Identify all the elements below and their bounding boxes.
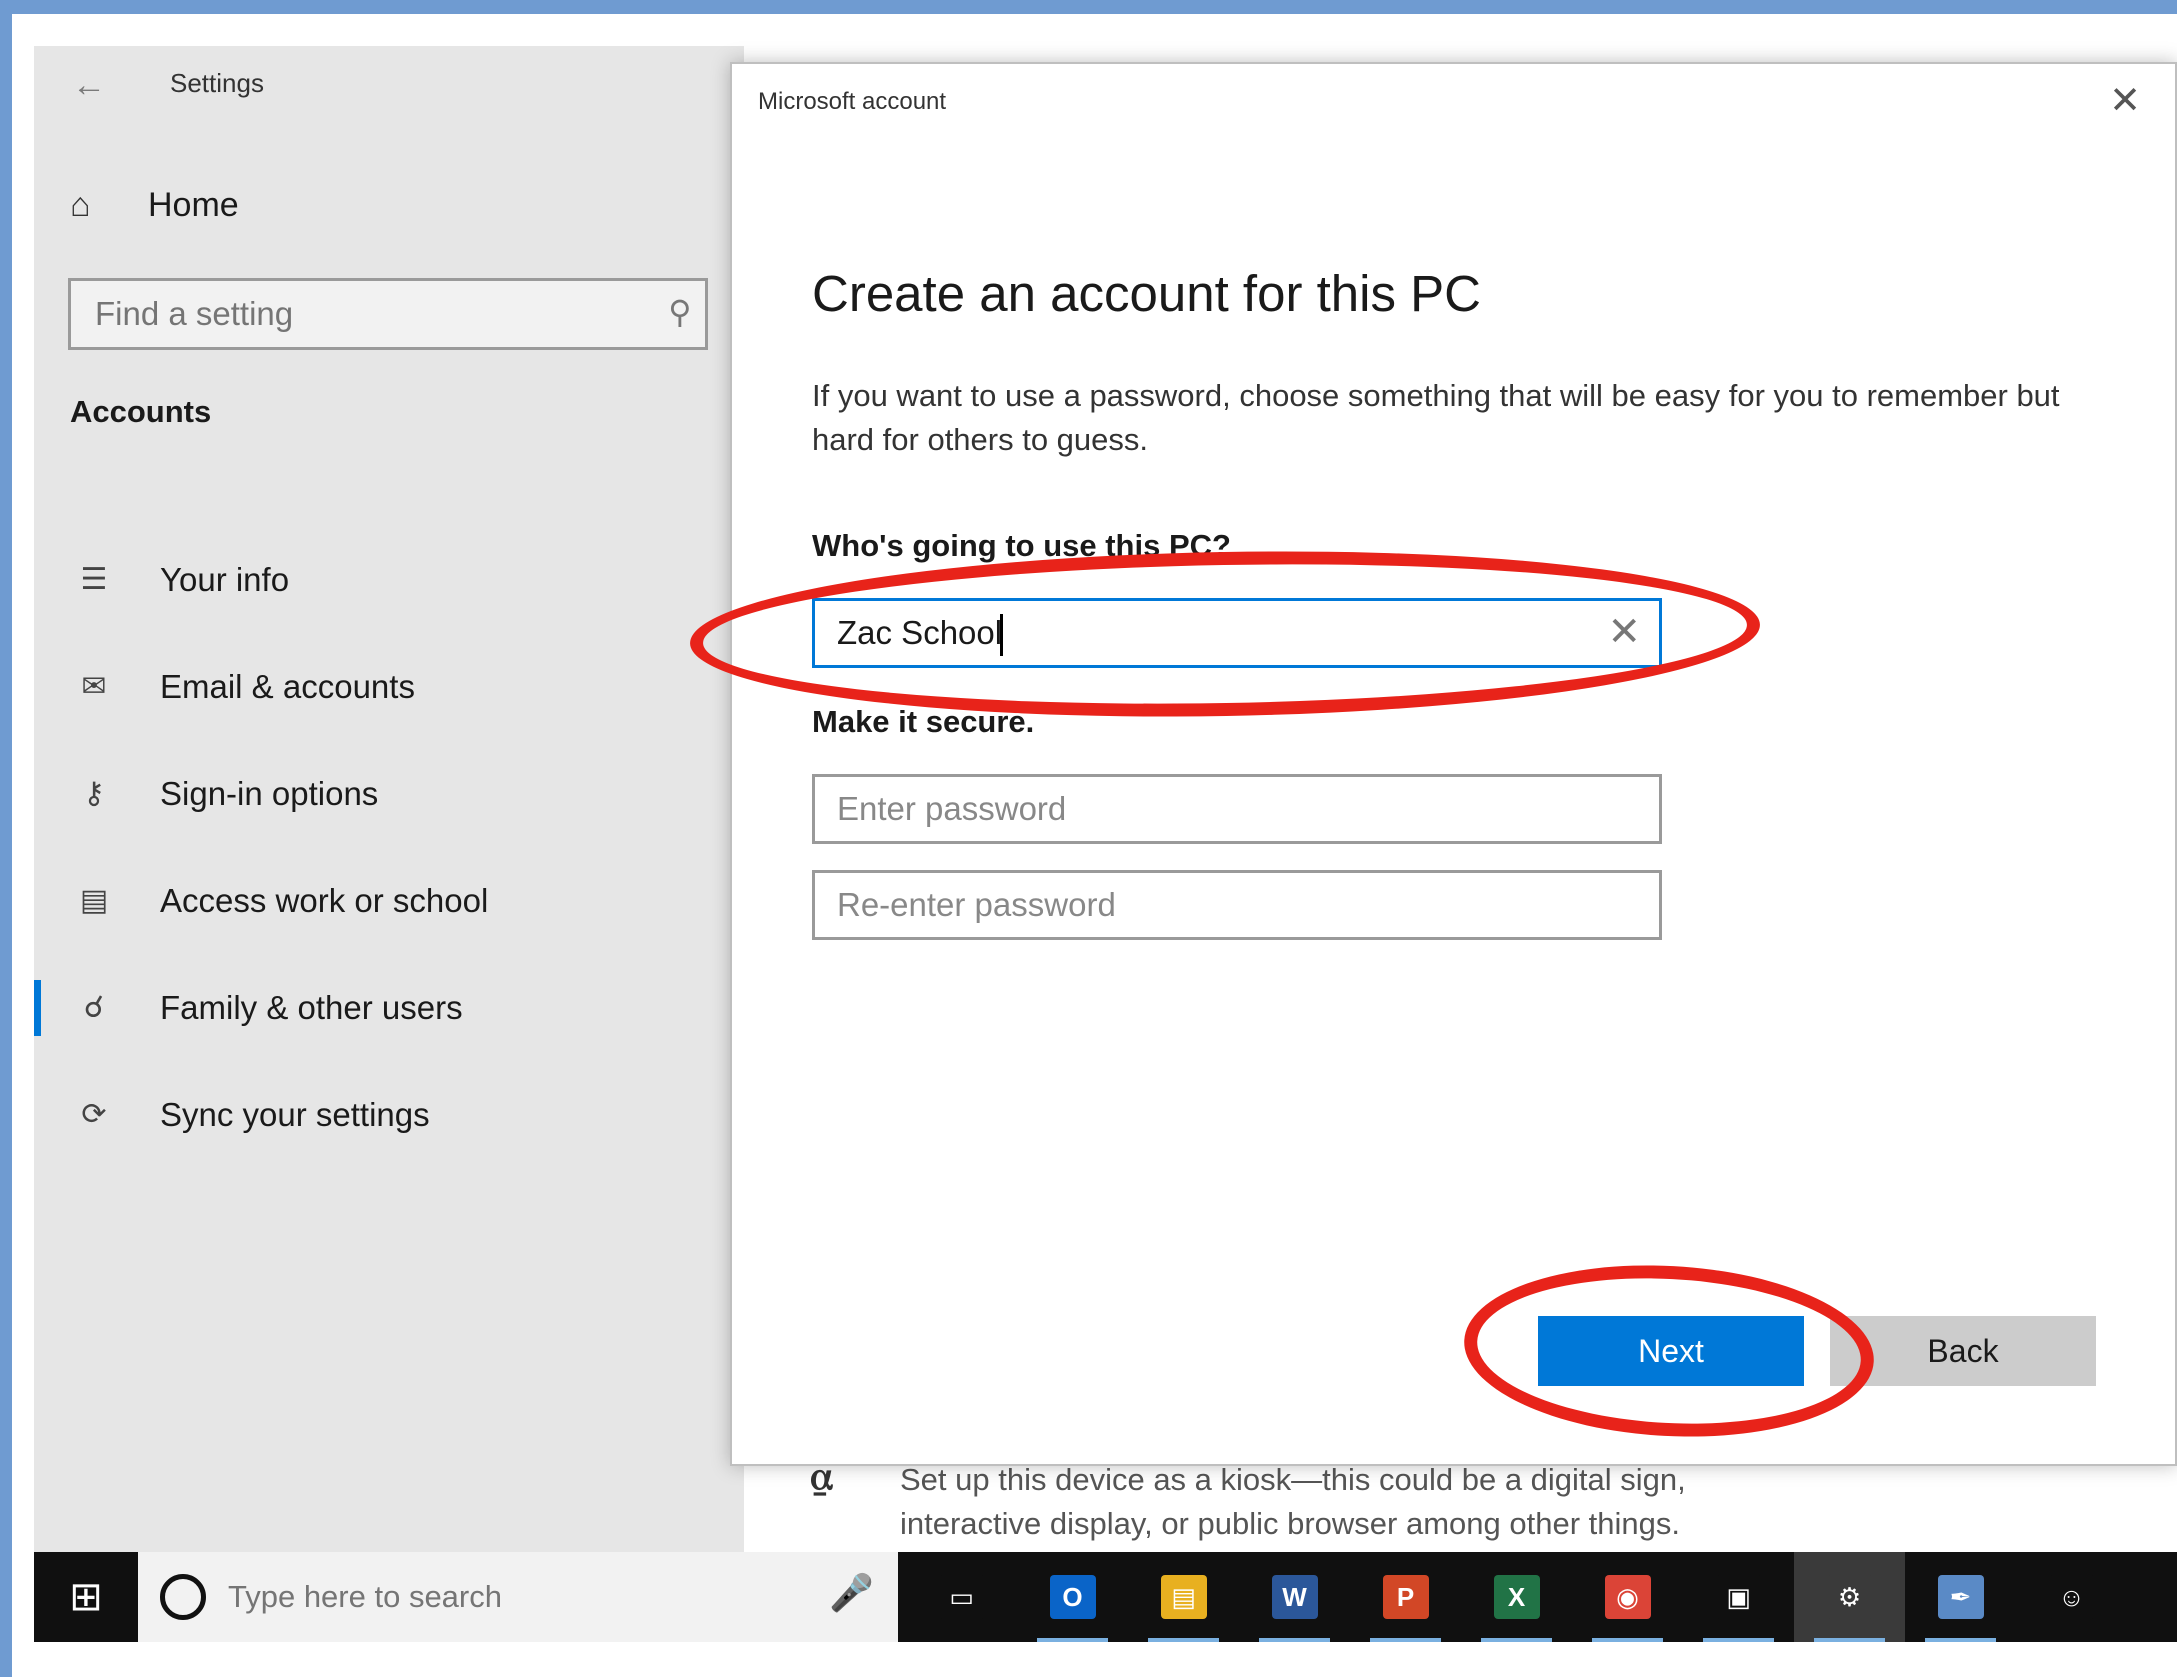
microsoft-account-dialog: Microsoft account ✕ Create an account fo…: [730, 62, 2177, 1466]
sidebar-item-label: Sign-in options: [160, 774, 379, 812]
clear-icon[interactable]: ✕: [1607, 609, 1641, 655]
running-indicator: [1703, 1638, 1774, 1642]
secure-label: Make it secure.: [812, 704, 1035, 739]
kiosk-description-line2: interactive display, or public browser a…: [900, 1506, 1680, 1541]
taskbar-app-powerpoint[interactable]: P: [1350, 1552, 1461, 1642]
find-setting-search[interactable]: ⚲: [68, 278, 708, 350]
desktop: ← Settings ⌂ Home ⚲ Accounts ☰ Your info…: [0, 0, 2177, 1677]
running-indicator: [1037, 1638, 1108, 1642]
settings-gear-icon: ⚙: [1826, 1575, 1873, 1619]
sidebar-item-label: Sync your settings: [160, 1095, 430, 1133]
running-indicator: [1259, 1638, 1330, 1642]
taskbar-search[interactable]: 🎤: [138, 1552, 898, 1642]
remote-desktop-icon: ▣: [1715, 1575, 1762, 1619]
back-arrow-icon[interactable]: ←: [72, 66, 106, 105]
sidebar-item-your-info[interactable]: ☰ Your info: [34, 526, 744, 633]
dialog-description: If you want to use a password, choose so…: [812, 378, 2060, 457]
chrome-icon: ◉: [1604, 1575, 1651, 1619]
taskbar-app-chrome[interactable]: ◉: [1572, 1552, 1683, 1642]
taskbar-app-outlook[interactable]: O: [1017, 1552, 1128, 1642]
running-indicator: [1925, 1638, 1996, 1642]
kiosk-description-line1: Set up this device as a kiosk—this could…: [900, 1462, 1686, 1497]
briefcase-icon: ▤: [79, 884, 109, 917]
dialog-caption: Microsoft account: [758, 88, 947, 115]
excel-icon: X: [1493, 1575, 1540, 1619]
taskbar-app-task-view[interactable]: ▭: [906, 1552, 1017, 1642]
powerpoint-icon: P: [1382, 1575, 1429, 1619]
username-field[interactable]: ✕: [812, 598, 1662, 668]
password-input[interactable]: [837, 790, 1557, 828]
active-indicator: [34, 980, 41, 1036]
taskbar-app-word[interactable]: W: [1239, 1552, 1350, 1642]
running-indicator: [1148, 1638, 1219, 1642]
who-label: Who's going to use this PC?: [812, 528, 1231, 563]
sidebar-item-label: Access work or school: [160, 881, 489, 919]
taskbar-apps: ▭ O ▤ W P X ◉ ▣ ⚙ ✒ ☺: [906, 1552, 2127, 1642]
taskbar-search-input[interactable]: [228, 1579, 788, 1615]
next-button[interactable]: Next: [1538, 1316, 1804, 1386]
person-add-icon: ☌: [83, 991, 105, 1024]
sidebar-item-label: Family & other users: [160, 988, 463, 1026]
home-icon: ⌂: [70, 185, 91, 224]
close-icon[interactable]: ✕: [2109, 78, 2141, 123]
key-icon: ⚷: [83, 777, 105, 810]
text-caret: [1000, 614, 1003, 656]
sidebar-item-label: Your info: [160, 560, 290, 598]
sidebar-item-label: Email & accounts: [160, 667, 415, 705]
running-indicator: [1370, 1638, 1441, 1642]
taskbar-app-remote-desktop[interactable]: ▣: [1683, 1552, 1794, 1642]
taskbar: ⊞ 🎤 ▭ O ▤ W P X ◉ ▣ ⚙ ✒ ☺: [34, 1552, 2177, 1642]
section-title-accounts: Accounts: [70, 394, 212, 429]
taskbar-app-file-explorer[interactable]: ▤: [1128, 1552, 1239, 1642]
reenter-password-field[interactable]: [812, 870, 1662, 940]
taskbar-app-excel[interactable]: X: [1461, 1552, 1572, 1642]
sidebar-item-email-accounts[interactable]: ✉ Email & accounts: [34, 633, 744, 740]
people-icon: ☺: [2048, 1575, 2095, 1619]
sync-icon: ⟳: [81, 1098, 107, 1131]
settings-window: ← Settings ⌂ Home ⚲ Accounts ☰ Your info…: [34, 46, 744, 1556]
settings-title: Settings: [170, 68, 264, 98]
microphone-icon[interactable]: 🎤: [829, 1572, 874, 1614]
mail-icon: ✉: [81, 670, 107, 703]
task-view-icon: ▭: [938, 1575, 985, 1619]
accounts-nav: ☰ Your info ✉ Email & accounts ⚷ Sign-in…: [34, 526, 744, 1168]
home-link[interactable]: ⌂ Home: [70, 180, 239, 230]
word-icon: W: [1271, 1575, 1318, 1619]
back-button[interactable]: Back: [1830, 1316, 2096, 1386]
frame-top-border: [0, 0, 2177, 14]
running-indicator: [1481, 1638, 1552, 1642]
taskbar-app-settings-gear[interactable]: ⚙: [1794, 1552, 1905, 1642]
search-icon: ⚲: [667, 294, 691, 330]
running-indicator: [1814, 1638, 1885, 1642]
dialog-heading: Create an account for this PC: [812, 265, 1482, 322]
sidebar-item-sign-in-options[interactable]: ⚷ Sign-in options: [34, 740, 744, 847]
sidebar-item-family-other-users[interactable]: ☌ Family & other users: [34, 954, 744, 1061]
username-input[interactable]: [837, 614, 1557, 652]
frame-left-border: [0, 0, 12, 1677]
find-setting-input[interactable]: [95, 295, 635, 333]
paint-icon: ✒: [1937, 1575, 1984, 1619]
home-label: Home: [148, 185, 239, 224]
running-indicator: [1592, 1638, 1663, 1642]
person-list-icon: ☰: [80, 563, 108, 596]
password-field[interactable]: [812, 774, 1662, 844]
sidebar-item-access-work-school[interactable]: ▤ Access work or school: [34, 847, 744, 954]
file-explorer-icon: ▤: [1160, 1575, 1207, 1619]
reenter-password-input[interactable]: [837, 886, 1557, 924]
taskbar-app-people[interactable]: ☺: [2016, 1552, 2127, 1642]
start-windows-icon[interactable]: ⊞: [34, 1552, 138, 1642]
cortana-circle-icon[interactable]: [160, 1574, 206, 1620]
sidebar-item-sync-settings[interactable]: ⟳ Sync your settings: [34, 1061, 744, 1168]
outlook-icon: O: [1049, 1575, 1096, 1619]
taskbar-app-paint[interactable]: ✒: [1905, 1552, 2016, 1642]
